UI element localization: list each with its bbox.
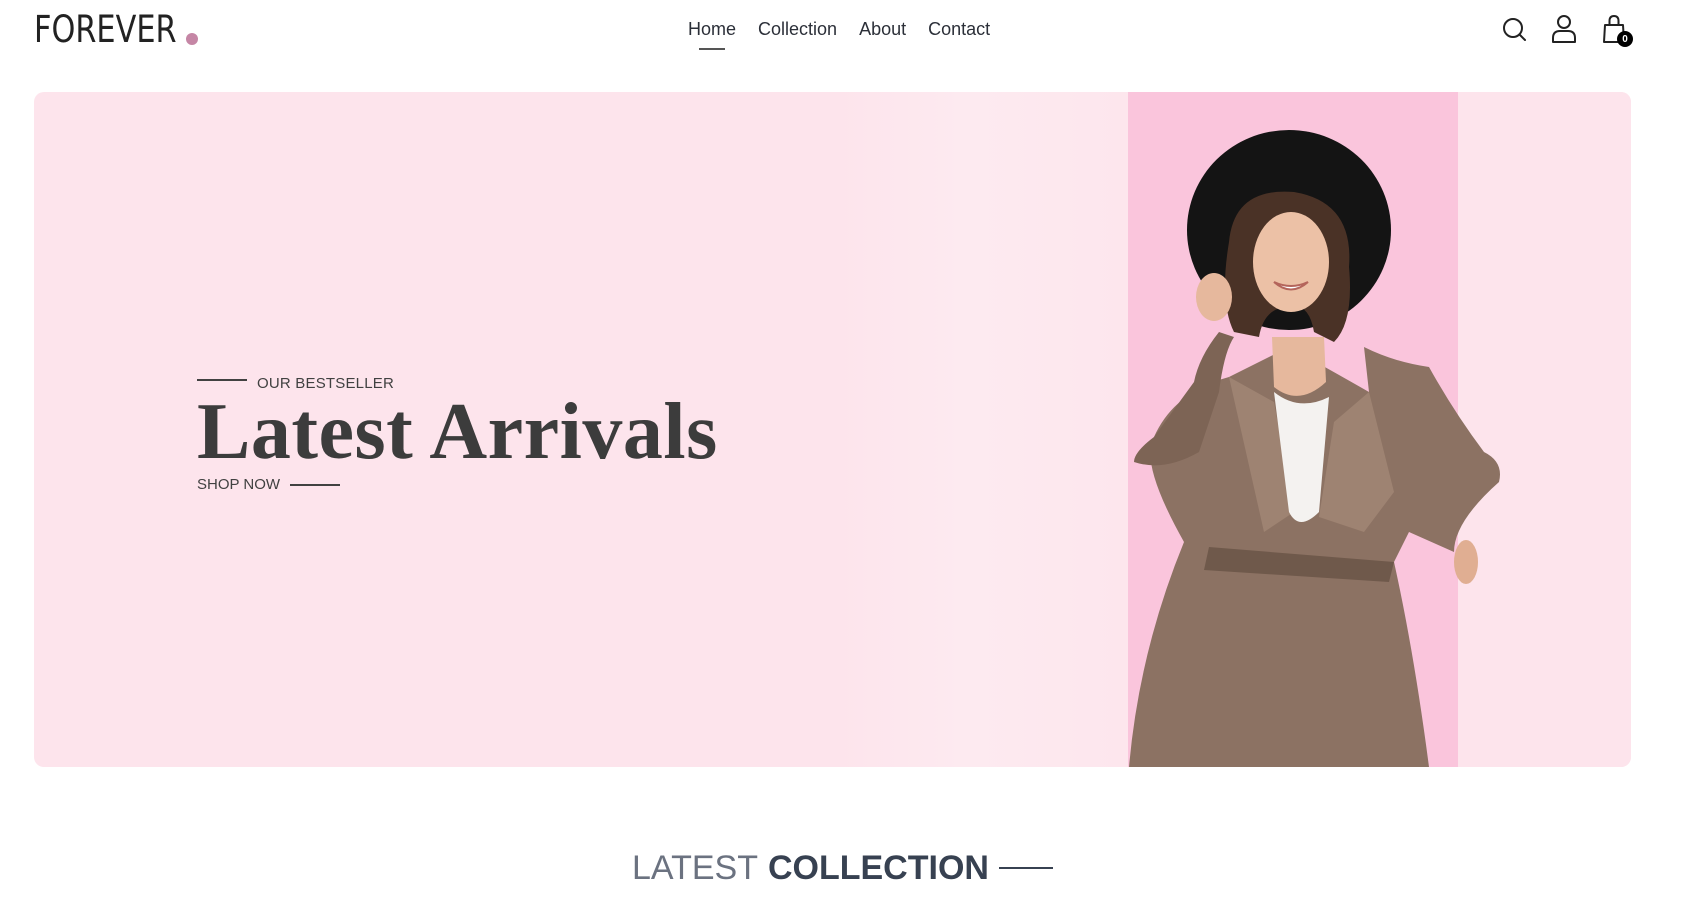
main-nav: Home Collection About Contact <box>688 18 990 40</box>
shop-now-button[interactable]: SHOP NOW <box>197 476 718 493</box>
hero-model-image <box>1129 130 1500 767</box>
cart-count-badge: 0 <box>1617 31 1633 47</box>
header-icons: 0 <box>1501 14 1633 47</box>
heading-bold: COLLECTION <box>767 849 989 887</box>
eyebrow-line <box>197 378 247 381</box>
logo-dot <box>186 33 198 45</box>
hero-banner: OUR BESTSELLER Latest Arrivals SHOP NOW <box>34 92 1631 767</box>
site-header: FOREVER Home Collection About Contact 0 <box>0 0 1687 64</box>
search-icon[interactable] <box>1501 14 1527 46</box>
cart-icon[interactable]: 0 <box>1601 14 1633 47</box>
hero-text: OUR BESTSELLER Latest Arrivals SHOP NOW <box>197 375 718 493</box>
page: FOREVER Home Collection About Contact 0 … <box>0 0 1687 898</box>
nav-contact[interactable]: Contact <box>928 18 990 40</box>
shop-now-label: SHOP NOW <box>197 476 281 493</box>
heading-line <box>998 867 1053 869</box>
nav-collection[interactable]: Collection <box>758 18 837 40</box>
latest-collection-heading: LATEST COLLECTION <box>632 848 1053 888</box>
shop-now-line <box>290 483 341 486</box>
logo[interactable]: FOREVER <box>34 8 177 52</box>
profile-icon[interactable] <box>1551 14 1577 46</box>
heading-light: LATEST <box>632 849 758 887</box>
hero-title: Latest Arrivals <box>197 388 718 476</box>
nav-about[interactable]: About <box>859 18 906 40</box>
nav-home[interactable]: Home <box>688 18 736 40</box>
